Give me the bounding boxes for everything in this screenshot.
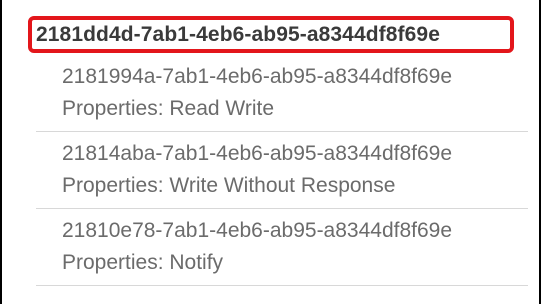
characteristic-uuid: 21814aba-7ab1-4eb6-ab95-a8344df8f69e bbox=[62, 142, 453, 165]
screenshot-frame: 2181dd4d-7ab1-4eb6-ab95-a8344df8f69e 218… bbox=[0, 0, 541, 304]
characteristic-uuid: 2181994a-7ab1-4eb6-ab95-a8344df8f69e bbox=[62, 65, 453, 88]
characteristic-properties: Properties: Notify bbox=[62, 251, 224, 274]
characteristic-list: 2181994a-7ab1-4eb6-ab95-a8344df8f69e Pro… bbox=[36, 55, 528, 286]
characteristic-item[interactable]: 21810e78-7ab1-4eb6-ab95-a8344df8f69e Pro… bbox=[36, 209, 528, 286]
characteristic-properties: Properties: Read Write bbox=[62, 97, 275, 120]
service-uuid: 2181dd4d-7ab1-4eb6-ab95-a8344df8f69e bbox=[36, 22, 440, 46]
characteristic-item[interactable]: 21814aba-7ab1-4eb6-ab95-a8344df8f69e Pro… bbox=[36, 132, 528, 209]
characteristic-item[interactable]: 2181994a-7ab1-4eb6-ab95-a8344df8f69e Pro… bbox=[36, 55, 528, 132]
characteristic-properties: Properties: Write Without Response bbox=[62, 174, 396, 197]
characteristic-uuid: 21810e78-7ab1-4eb6-ab95-a8344df8f69e bbox=[62, 219, 453, 242]
service-header[interactable]: 2181dd4d-7ab1-4eb6-ab95-a8344df8f69e bbox=[28, 16, 514, 53]
